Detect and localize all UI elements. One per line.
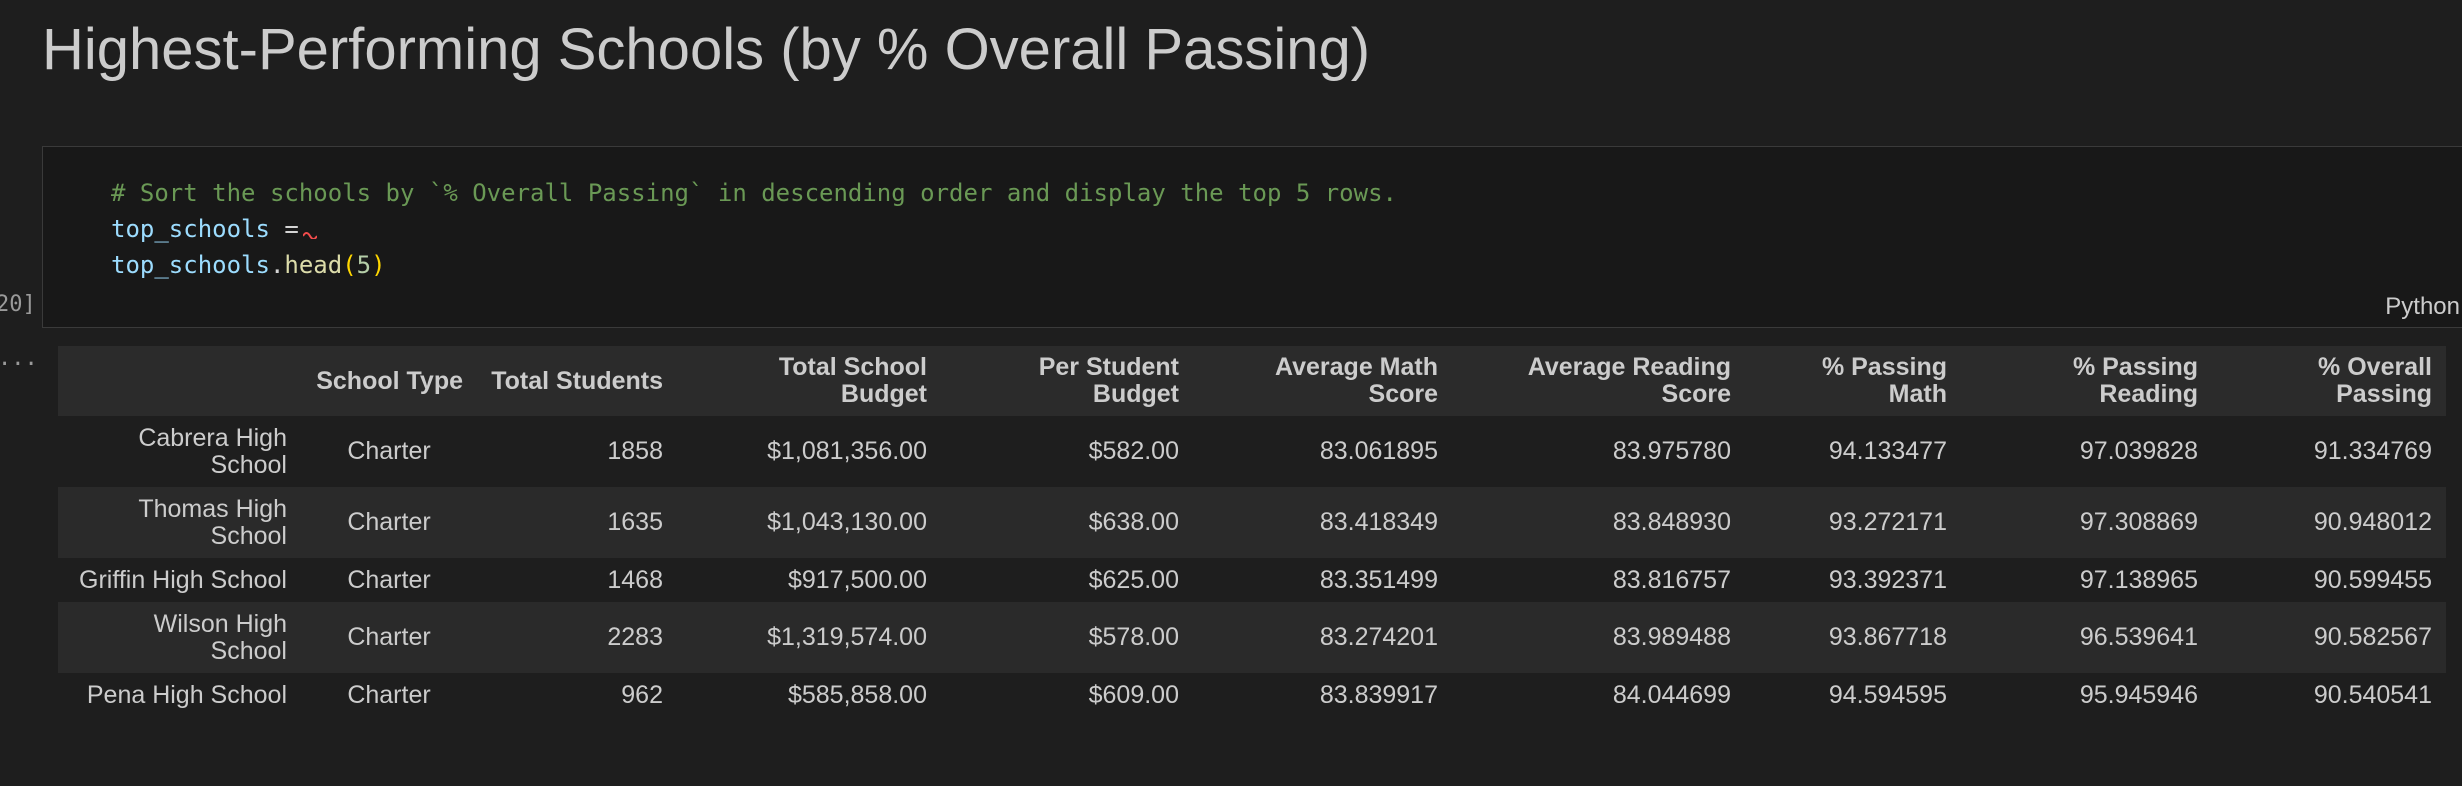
table-row: Cabrera High School Charter 1858 $1,081,…: [58, 416, 2446, 487]
column-header: % Passing Math: [1745, 346, 1961, 416]
table-cell: 97.308869: [1961, 487, 2212, 558]
table-cell: 94.133477: [1745, 416, 1961, 487]
column-header: School Type: [301, 346, 477, 416]
code-editor[interactable]: # Sort the schools by `% Overall Passing…: [111, 175, 1397, 283]
code-paren: (: [342, 251, 357, 279]
table-cell: 962: [477, 673, 677, 717]
column-header: [58, 346, 301, 416]
table-cell: 97.039828: [1961, 416, 2212, 487]
code-variable: top_schools: [111, 215, 270, 243]
code-comment: # Sort the schools by `% Overall Passing…: [111, 179, 1397, 207]
table-cell: Charter: [301, 487, 477, 558]
table-row: Griffin High School Charter 1468 $917,50…: [58, 558, 2446, 602]
table-cell: $578.00: [941, 602, 1193, 673]
code-function: head: [284, 251, 343, 279]
row-index: Thomas High School: [58, 487, 301, 558]
column-header: Total School Budget: [677, 346, 941, 416]
column-header: Total Students: [477, 346, 677, 416]
table-cell: $609.00: [941, 673, 1193, 717]
table-cell: 96.539641: [1961, 602, 2212, 673]
table-cell: 90.540541: [2212, 673, 2446, 717]
table-cell: 84.044699: [1452, 673, 1745, 717]
table-cell: 1468: [477, 558, 677, 602]
output-actions-icon[interactable]: ...: [0, 346, 38, 371]
table-cell: 83.975780: [1452, 416, 1745, 487]
table-cell: $582.00: [941, 416, 1193, 487]
table-cell: Charter: [301, 558, 477, 602]
code-operator: =: [269, 215, 299, 243]
column-header: % Passing Reading: [1961, 346, 2212, 416]
code-paren: ): [371, 251, 386, 279]
table-cell: $638.00: [941, 487, 1193, 558]
dataframe-table: School Type Total Students Total School …: [58, 346, 2446, 717]
code-variable: top_schools: [111, 251, 270, 279]
table-cell: 94.594595: [1745, 673, 1961, 717]
table-cell: 95.945946: [1961, 673, 2212, 717]
table-cell: $1,043,130.00: [677, 487, 941, 558]
table-cell: $1,081,356.00: [677, 416, 941, 487]
table-cell: 93.272171: [1745, 487, 1961, 558]
row-index: Wilson High School: [58, 602, 301, 673]
code-dot: .: [269, 251, 285, 279]
table-header-row: School Type Total Students Total School …: [58, 346, 2446, 416]
error-squiggle-icon: [302, 232, 317, 239]
table-cell: 83.351499: [1193, 558, 1452, 602]
table-row: Thomas High School Charter 1635 $1,043,1…: [58, 487, 2446, 558]
column-header: Per Student Budget: [941, 346, 1193, 416]
table-cell: $585,858.00: [677, 673, 941, 717]
table-cell: Charter: [301, 602, 477, 673]
execution-count: 20]: [0, 292, 36, 317]
code-number: 5: [356, 251, 372, 279]
table-cell: 83.061895: [1193, 416, 1452, 487]
table-cell: 83.816757: [1452, 558, 1745, 602]
table-cell: 93.392371: [1745, 558, 1961, 602]
table-cell: $917,500.00: [677, 558, 941, 602]
table-cell: 90.599455: [2212, 558, 2446, 602]
table-cell: 83.848930: [1452, 487, 1745, 558]
table-cell: 1635: [477, 487, 677, 558]
row-index: Pena High School: [58, 673, 301, 717]
table-cell: 93.867718: [1745, 602, 1961, 673]
table-row: Wilson High School Charter 2283 $1,319,5…: [58, 602, 2446, 673]
table-cell: 90.948012: [2212, 487, 2446, 558]
table-cell: 97.138965: [1961, 558, 2212, 602]
column-header: Average Reading Score: [1452, 346, 1745, 416]
table-cell: 1858: [477, 416, 677, 487]
table-cell: $1,319,574.00: [677, 602, 941, 673]
table-cell: 83.839917: [1193, 673, 1452, 717]
table-cell: 83.418349: [1193, 487, 1452, 558]
row-index: Griffin High School: [58, 558, 301, 602]
table-cell: 83.274201: [1193, 602, 1452, 673]
column-header: % Overall Passing: [2212, 346, 2446, 416]
table-row: Pena High School Charter 962 $585,858.00…: [58, 673, 2446, 717]
column-header: Average Math Score: [1193, 346, 1452, 416]
table-cell: Charter: [301, 416, 477, 487]
table-cell: 83.989488: [1452, 602, 1745, 673]
table-cell: Charter: [301, 673, 477, 717]
row-index: Cabrera High School: [58, 416, 301, 487]
table-cell: 91.334769: [2212, 416, 2446, 487]
cell-language-label[interactable]: Python: [2385, 293, 2460, 321]
table-cell: $625.00: [941, 558, 1193, 602]
code-cell[interactable]: # Sort the schools by `% Overall Passing…: [42, 146, 2462, 328]
markdown-heading: Highest-Performing Schools (by % Overall…: [42, 17, 1371, 82]
table-cell: 2283: [477, 602, 677, 673]
table-cell: 90.582567: [2212, 602, 2446, 673]
